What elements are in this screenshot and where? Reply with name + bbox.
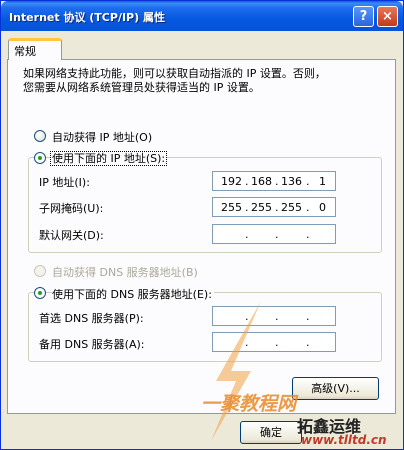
intro-line-2: 您需要从网络系统管理员处获得适当的 IP 设置。 <box>23 81 260 94</box>
intro-line-1: 如果网络支持此功能，则可以获取自动指派的 IP 设置。否则， <box>23 67 326 80</box>
title-bar[interactable]: Internet 协议 (TCP/IP) 属性 ? × <box>1 1 403 31</box>
ip-octet-4: 1 <box>319 175 326 188</box>
alternate-dns-label: 备用 DNS 服务器(A): <box>39 338 145 351</box>
subnet-mask-input[interactable]: 255 . 255 . 255 . 0 <box>212 197 336 217</box>
default-gateway-label: 默认网关(D): <box>39 229 104 242</box>
radio-manual-dns[interactable] <box>34 287 46 299</box>
ip-octet-1: 192 <box>221 175 242 188</box>
ip-octet-3: 136 <box>281 175 302 188</box>
default-gateway-input[interactable]: . . . <box>212 224 336 244</box>
radio-auto-dns-label: 自动获得 DNS 服务器地址(B) <box>52 266 198 279</box>
radio-auto-ip[interactable] <box>34 130 46 142</box>
watermark-text-1: 一聚教程网 <box>201 393 297 415</box>
mask-octet-4: 0 <box>319 201 326 214</box>
mask-octet-1: 255 <box>221 201 242 214</box>
dialog-window: Internet 协议 (TCP/IP) 属性 ? × 常规 如果网络支持此功能… <box>0 0 404 450</box>
radio-manual-dns-label[interactable]: 使用下面的 DNS 服务器地址(E): <box>52 286 214 302</box>
tab-general[interactable]: 常规 <box>8 38 62 60</box>
close-button[interactable]: × <box>377 6 398 27</box>
help-button[interactable]: ? <box>353 6 374 27</box>
radio-manual-ip-label[interactable]: 使用下面的 IP 地址(S): <box>50 150 168 166</box>
preferred-dns-label: 首选 DNS 服务器(P): <box>39 312 144 325</box>
ip-octet-2: 168 <box>251 175 272 188</box>
radio-manual-ip-text: 使用下面的 IP 地址(S): <box>50 151 168 166</box>
radio-manual-ip[interactable] <box>34 152 46 164</box>
advanced-button[interactable]: 高级(V)... <box>292 377 379 400</box>
intro-text: 如果网络支持此功能，则可以获取自动指派的 IP 设置。否则， 您需要从网络系统管… <box>23 67 383 95</box>
subnet-mask-label: 子网掩码(U): <box>39 202 104 215</box>
ip-address-input[interactable]: 192 . 168 . 136 . 1 <box>212 171 336 191</box>
window-title: Internet 协议 (TCP/IP) 属性 <box>9 11 165 24</box>
mask-octet-3: 255 <box>281 201 302 214</box>
radio-auto-ip-label[interactable]: 自动获得 IP 地址(O) <box>52 129 152 145</box>
radio-auto-dns <box>34 265 46 277</box>
watermark-text-3: www.tlltd.cn <box>301 433 387 447</box>
mask-octet-2: 255 <box>251 201 272 214</box>
ip-address-label: IP 地址(I): <box>39 176 90 189</box>
watermark-logo-icon <box>211 301 261 441</box>
